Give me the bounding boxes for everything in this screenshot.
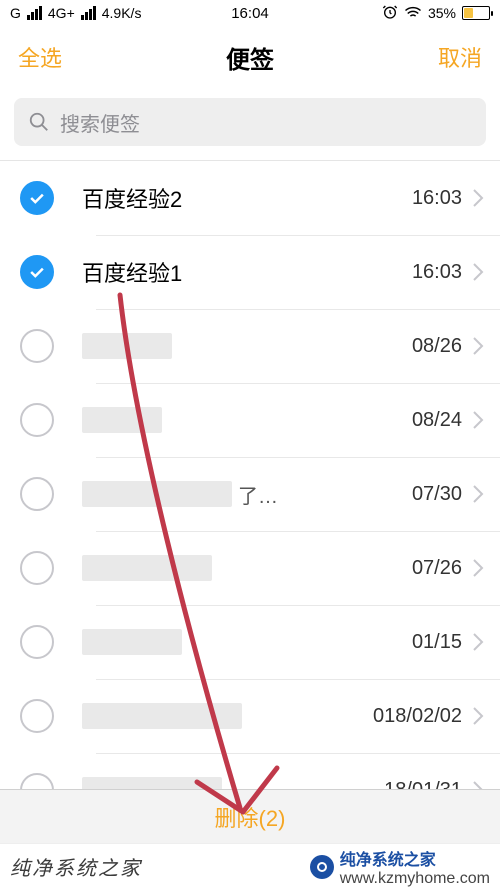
chevron-right-icon xyxy=(472,706,484,726)
watermark-logo-icon xyxy=(310,855,334,879)
note-row[interactable]: 018/02/02 xyxy=(0,679,500,753)
note-title xyxy=(82,555,212,581)
note-row[interactable]: 01/15 xyxy=(0,605,500,679)
chevron-right-icon xyxy=(472,484,484,504)
note-title xyxy=(82,481,232,507)
checkbox[interactable] xyxy=(20,403,54,437)
note-time: 01/15 xyxy=(412,631,462,654)
note-row[interactable]: 08/26 xyxy=(0,309,500,383)
select-all-button[interactable]: 全选 xyxy=(0,26,80,88)
note-title xyxy=(82,407,162,433)
note-row[interactable]: 百度经验2 16:03 xyxy=(0,161,500,235)
note-time: 07/26 xyxy=(412,557,462,580)
checkbox[interactable] xyxy=(20,181,54,215)
note-title: 百度经验2 xyxy=(82,182,182,214)
note-list: 百度经验2 16:03 百度经验1 16:03 08/26 08/24 了… 07/30 07/… xyxy=(0,161,500,889)
note-title xyxy=(82,703,242,729)
note-row[interactable]: 08/24 xyxy=(0,383,500,457)
chevron-right-icon xyxy=(472,188,484,208)
nav-header: 全选 便签 取消 xyxy=(0,26,500,88)
battery-icon xyxy=(462,6,490,20)
note-time: 16:03 xyxy=(412,187,462,210)
search-icon xyxy=(28,111,50,133)
note-title xyxy=(82,333,172,359)
note-row[interactable]: 07/26 xyxy=(0,531,500,605)
delete-button[interactable]: 删除(2) xyxy=(215,801,286,833)
search-input[interactable]: 搜索便签 xyxy=(14,98,486,146)
chevron-right-icon xyxy=(472,632,484,652)
watermark-left: 纯净系统之家 xyxy=(0,852,142,881)
checkbox[interactable] xyxy=(20,699,54,733)
note-row[interactable]: 了… 07/30 xyxy=(0,457,500,531)
chevron-right-icon xyxy=(472,410,484,430)
note-time: 018/02/02 xyxy=(373,705,462,728)
chevron-right-icon xyxy=(472,262,484,282)
chevron-right-icon xyxy=(472,336,484,356)
clock: 16:04 xyxy=(0,5,500,22)
checkbox[interactable] xyxy=(20,255,54,289)
status-bar: G 4G+ 4.9K/s 16:04 35% xyxy=(0,0,500,26)
note-time: 08/26 xyxy=(412,335,462,358)
search-placeholder: 搜索便签 xyxy=(60,108,140,137)
page-title: 便签 xyxy=(226,40,274,75)
note-title xyxy=(82,629,182,655)
checkbox[interactable] xyxy=(20,551,54,585)
chevron-right-icon xyxy=(472,558,484,578)
note-title: 百度经验1 xyxy=(82,256,182,288)
cancel-button[interactable]: 取消 xyxy=(420,26,500,88)
note-row[interactable]: 百度经验1 16:03 xyxy=(0,235,500,309)
checkbox[interactable] xyxy=(20,625,54,659)
watermark-right: 纯净系统之家 www.kzmyhome.com xyxy=(310,846,500,888)
note-title-suffix: 了… xyxy=(238,480,278,509)
note-time: 08/24 xyxy=(412,409,462,432)
note-time: 07/30 xyxy=(412,483,462,506)
note-time: 16:03 xyxy=(412,261,462,284)
watermark-strip: 纯净系统之家 纯净系统之家 www.kzmyhome.com xyxy=(0,843,500,889)
checkbox[interactable] xyxy=(20,329,54,363)
bottom-toolbar: 删除(2) xyxy=(0,789,500,843)
checkbox[interactable] xyxy=(20,477,54,511)
